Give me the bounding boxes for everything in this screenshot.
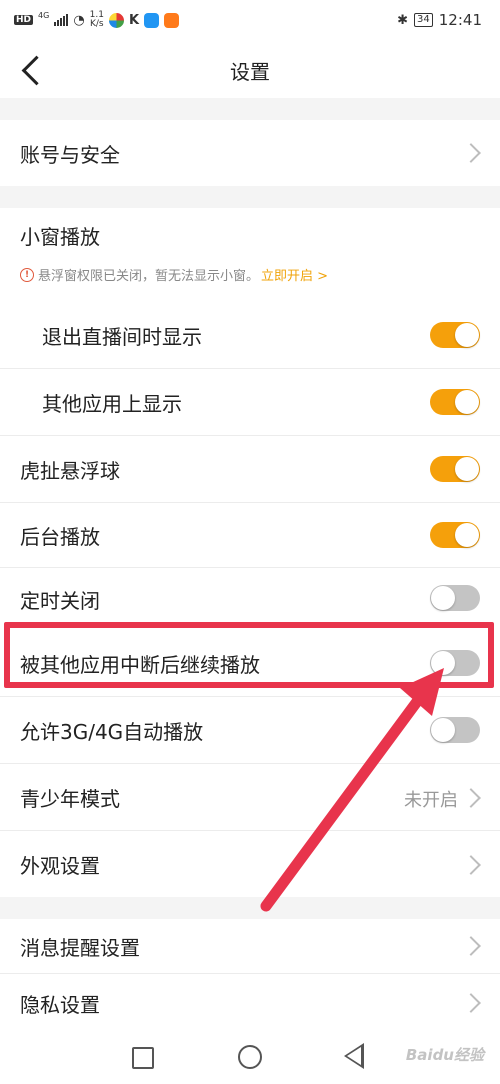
section-gap: [0, 98, 500, 120]
row-label: 账号与安全: [20, 142, 120, 167]
settings-row-notifications[interactable]: 消息提醒设置: [0, 919, 500, 973]
permission-warning: ! 悬浮窗权限已关闭，暂无法显示小窗。 立即开启 >: [20, 265, 328, 284]
row-label: 小窗播放: [20, 224, 100, 249]
chevron-right-icon: [461, 993, 481, 1013]
status-bar: HD 4G ◔ 1.1 K/s K ✱ 34 12:41: [0, 0, 500, 40]
teen-mode-status: 未开启: [404, 790, 458, 811]
settings-row-timer-close: 定时关闭: [0, 568, 500, 630]
section-gap: [0, 186, 500, 208]
enable-now-link[interactable]: 立即开启 >: [261, 265, 328, 284]
toggle-switch[interactable]: [430, 389, 480, 415]
bluetooth-icon: ✱: [397, 12, 409, 28]
highlight-box: [4, 622, 494, 688]
app-icon-orange: [164, 12, 180, 28]
toggle-knob: [431, 586, 455, 610]
toggle-switch[interactable]: [430, 717, 480, 743]
row-label: 定时关闭: [20, 588, 100, 613]
toggle-knob: [455, 457, 479, 481]
watermark: Baidu经验: [405, 1046, 484, 1064]
chevron-right-icon: [461, 143, 481, 163]
toggle-knob: [455, 323, 479, 347]
page-title: 设置: [230, 60, 270, 84]
wifi-icon: ◔: [73, 12, 85, 28]
row-label: 青少年模式: [20, 786, 120, 811]
row-label: 外观设置: [20, 853, 100, 878]
app-icon-blue: [144, 12, 160, 28]
recent-apps-icon[interactable]: [132, 1047, 154, 1069]
settings-row-mini-window: 小窗播放: [0, 208, 500, 262]
system-nav-bar: Baidu经验: [0, 1030, 500, 1084]
settings-row-privacy[interactable]: 隐私设置: [0, 974, 500, 1032]
toggle-switch[interactable]: [430, 322, 480, 348]
row-label: 其他应用上显示: [42, 391, 182, 416]
settings-row-exit-live: 退出直播间时显示: [0, 302, 500, 368]
app-icon-k: K: [128, 12, 140, 28]
toggle-switch[interactable]: [430, 585, 480, 611]
signal-icon: [54, 14, 69, 26]
network-speed: 1.1 K/s: [89, 10, 104, 29]
settings-row-mobile-autoplay: 允许3G/4G自动播放: [0, 697, 500, 763]
row-label: 允许3G/4G自动播放: [20, 719, 204, 744]
toggle-switch[interactable]: [430, 456, 480, 482]
row-label: 虎扯悬浮球: [20, 458, 120, 483]
row-label: 消息提醒设置: [20, 935, 140, 960]
nav-bar: 设置: [0, 40, 500, 98]
battery-icon: 34: [414, 13, 433, 27]
settings-row-other-apps: 其他应用上显示: [0, 369, 500, 435]
settings-row-appearance[interactable]: 外观设置: [0, 831, 500, 897]
network-type: 4G: [38, 11, 50, 20]
toggle-knob: [455, 390, 479, 414]
hd-indicator: HD: [14, 15, 34, 25]
back-nav-icon[interactable]: [344, 1043, 364, 1069]
chevron-right-icon: [461, 936, 481, 956]
chevron-right-icon: [461, 788, 481, 808]
section-gap: [0, 897, 500, 919]
home-icon[interactable]: [238, 1045, 262, 1069]
chevron-right-icon: [461, 855, 481, 875]
toggle-switch[interactable]: [430, 522, 480, 548]
row-label: 后台播放: [20, 524, 100, 549]
settings-row-float-ball: 虎扯悬浮球: [0, 436, 500, 502]
warning-icon: !: [20, 267, 34, 282]
toggle-knob: [431, 718, 455, 742]
row-label: 退出直播间时显示: [42, 324, 202, 349]
settings-row-teen-mode[interactable]: 青少年模式 未开启: [0, 764, 500, 830]
settings-row-account[interactable]: 账号与安全: [0, 120, 500, 186]
toggle-knob: [455, 523, 479, 547]
app-icon-colorful: [108, 12, 124, 28]
clock: 12:41: [438, 11, 482, 29]
settings-row-background-play: 后台播放: [0, 503, 500, 567]
warning-text: 悬浮窗权限已关闭，暂无法显示小窗。: [38, 269, 260, 284]
row-label: 隐私设置: [20, 992, 100, 1017]
